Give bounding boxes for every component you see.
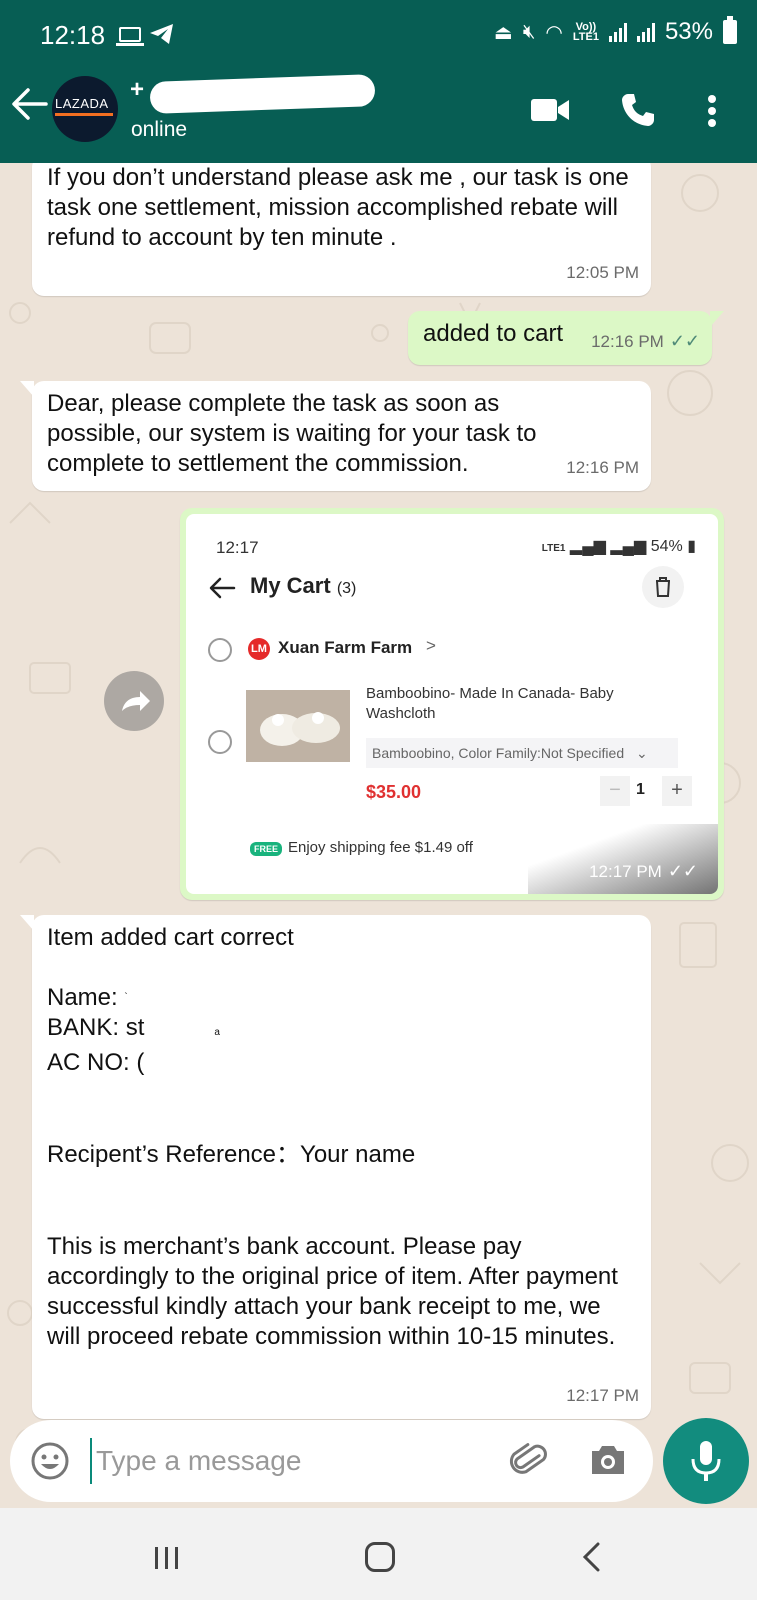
ss-free-shipping-badge: FREE xyxy=(250,842,283,856)
voice-message-button[interactable] xyxy=(663,1418,749,1504)
bubble-tail xyxy=(20,381,34,397)
message-text: This is merchant’s bank account. Please … xyxy=(47,1233,618,1350)
contact-name[interactable]: + xyxy=(130,76,144,104)
recipient-reference: Recipent’s Reference：Your name xyxy=(47,1141,416,1168)
nav-back-icon[interactable] xyxy=(580,1542,602,1572)
message-time: 12:17 PM ✓✓ xyxy=(589,861,698,881)
ss-item-radio xyxy=(208,730,232,754)
camera-icon[interactable] xyxy=(588,1442,628,1478)
image-time-shade xyxy=(528,824,718,894)
message-incoming[interactable]: If you don’t understand please ask me , … xyxy=(32,163,651,296)
message-text: added to cart xyxy=(423,320,564,347)
system-nav-bar xyxy=(0,1508,757,1600)
message-text: If you don’t understand please ask me , … xyxy=(47,164,629,251)
forward-button[interactable] xyxy=(104,671,164,731)
account-number: AC NO: ( xyxy=(47,1049,145,1076)
ss-chevron-right-icon: > xyxy=(426,636,436,655)
message-time: 12:05 PM xyxy=(566,263,639,282)
forward-icon xyxy=(122,691,150,711)
ss-minus-icon: − xyxy=(600,776,630,806)
cart-screenshot[interactable]: 12:17 LTE1 ▂▄▆ ▂▄▆ 54% ▮ My Cart (3) LM … xyxy=(186,514,718,894)
laptop-icon xyxy=(116,27,144,46)
ss-battery: 54% xyxy=(650,538,683,555)
ss-cart-title: My Cart (3) xyxy=(250,573,357,598)
ss-chevron-down-icon: ⌄ xyxy=(636,745,648,761)
ss-product-image xyxy=(246,690,350,762)
contact-status: online xyxy=(131,118,188,141)
ss-shipping-text: Enjoy shipping fee $1.49 off xyxy=(288,839,473,856)
avatar[interactable]: LAZADA xyxy=(52,76,118,142)
signal-1-icon xyxy=(608,22,627,42)
ss-shop-name: Xuan Farm Farm xyxy=(278,638,413,657)
account-name: Name: ` xyxy=(47,984,128,1011)
ss-quantity: 1 xyxy=(636,781,645,798)
emoji-icon[interactable] xyxy=(30,1441,70,1481)
ss-lte: LTE1 xyxy=(541,543,566,554)
image-message[interactable]: 12:17 LTE1 ▂▄▆ ▂▄▆ 54% ▮ My Cart (3) LM … xyxy=(180,508,724,900)
status-bar: 12:18 ⏏ 🔇︎ ◠ Vo)) LTE1 53% xyxy=(0,0,757,60)
ss-back-arrow-icon xyxy=(209,577,236,599)
ss-shop-radio xyxy=(208,638,232,662)
chat-header: LAZADA + online xyxy=(0,60,757,163)
ss-status-icons: LTE1 ▂▄▆ ▂▄▆ 54% ▮ xyxy=(541,538,696,555)
message-time: 12:16 PM xyxy=(566,458,639,477)
home-icon[interactable] xyxy=(365,1542,395,1572)
message-composer xyxy=(10,1420,653,1502)
status-time: 12:18 xyxy=(40,20,106,50)
bubble-tail xyxy=(710,311,724,327)
wifi-icon: ◠ xyxy=(545,21,563,44)
ss-plus-icon: + xyxy=(662,776,692,806)
battery-icon xyxy=(723,16,737,44)
avatar-logo-bar xyxy=(55,113,113,116)
bubble-tail xyxy=(20,915,34,931)
battery-saver-icon: ⏏ xyxy=(493,21,513,44)
ss-product-name: Bamboobino- Made In Canada- Baby Washclo… xyxy=(366,685,614,722)
message-text: Dear, please complete the task as soon a… xyxy=(47,390,537,477)
more-options-icon[interactable] xyxy=(706,94,718,128)
ss-status-time: 12:17 xyxy=(216,538,259,557)
avatar-logo-text: LAZADA xyxy=(55,96,109,111)
ss-product-variant: Bamboobino, Color Family:Not Specified ⌄ xyxy=(366,738,678,768)
message-incoming[interactable]: Item added cart correct Name: ` BANK: st… xyxy=(20,915,651,1419)
message-input[interactable] xyxy=(90,1438,480,1484)
read-ticks-icon: ✓✓ xyxy=(669,331,700,351)
message-text: Item added cart correct xyxy=(47,924,294,951)
microphone-icon xyxy=(691,1441,721,1481)
message-outgoing[interactable]: added to cart 12:16 PM ✓✓ xyxy=(408,311,724,365)
message-time: 12:17 PM xyxy=(566,1386,639,1405)
lte-indicator: Vo)) LTE1 xyxy=(572,21,599,43)
redaction-mark xyxy=(149,74,376,114)
recent-apps-icon[interactable] xyxy=(152,1546,182,1570)
voice-call-icon[interactable] xyxy=(620,92,656,128)
video-call-icon[interactable] xyxy=(530,96,570,124)
account-bank: BANK: st a xyxy=(47,1014,220,1041)
mute-icon: 🔇︎ xyxy=(522,20,536,43)
battery-percent: 53% xyxy=(664,18,713,45)
chat-area[interactable]: If you don’t understand please ask me , … xyxy=(0,163,757,1508)
signal-2-icon xyxy=(636,22,655,42)
ss-shop-logo: LM xyxy=(248,638,270,660)
message-time: 12:16 PM ✓✓ xyxy=(591,326,700,357)
message-incoming[interactable]: Dear, please complete the task as soon a… xyxy=(20,381,651,491)
read-ticks-icon: ✓✓ xyxy=(667,861,698,881)
ss-trash-icon xyxy=(642,566,684,608)
ss-product-price: $35.00 xyxy=(366,782,422,802)
telegram-icon xyxy=(150,24,173,44)
attachment-icon[interactable] xyxy=(508,1440,550,1482)
back-arrow-icon[interactable] xyxy=(10,86,48,122)
